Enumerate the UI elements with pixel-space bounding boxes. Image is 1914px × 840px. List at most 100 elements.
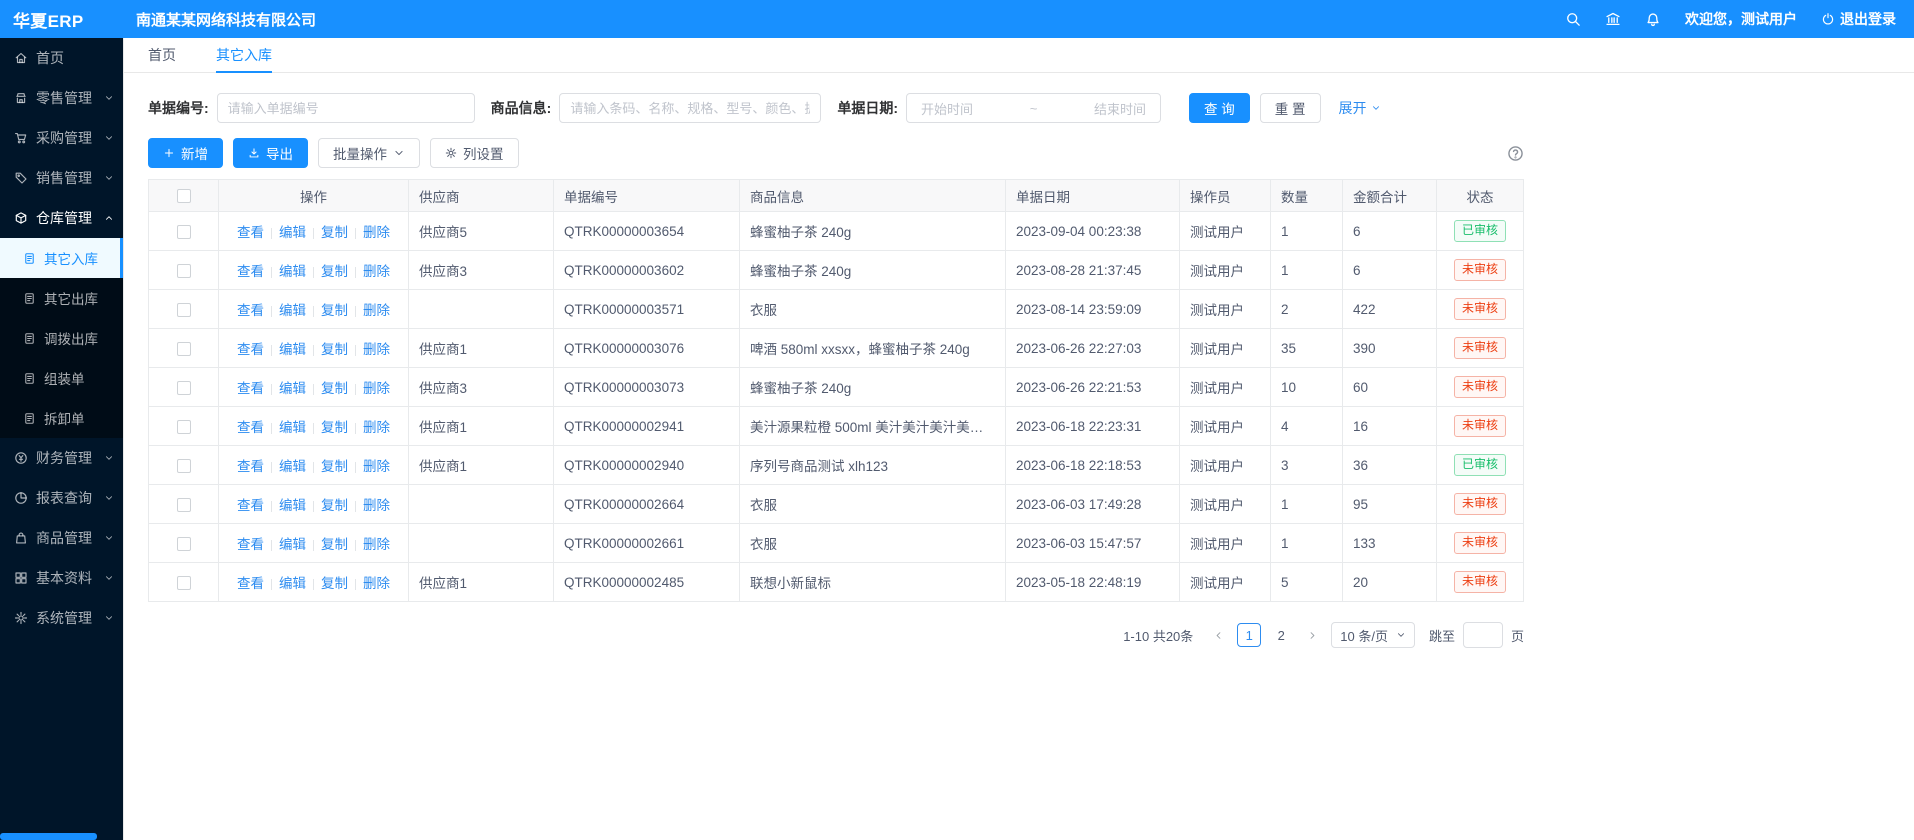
- doc-no-cell: QTRK00000002661: [554, 524, 740, 563]
- date-cell: 2023-06-26 22:27:03: [1006, 329, 1180, 368]
- sidebar-subitem-4-1[interactable]: 其它出库: [0, 278, 123, 318]
- row-view-link[interactable]: 查看: [237, 420, 264, 435]
- row-edit-link[interactable]: 编辑: [279, 498, 306, 513]
- reset-button[interactable]: 重 置: [1260, 93, 1321, 123]
- row-checkbox[interactable]: [177, 225, 191, 239]
- row-delete-link[interactable]: 删除: [363, 342, 390, 357]
- row-checkbox[interactable]: [177, 537, 191, 551]
- row-delete-link[interactable]: 删除: [363, 459, 390, 474]
- sidebar-item-9[interactable]: 系统管理: [0, 598, 123, 638]
- sidebar-item-6[interactable]: 报表查询: [0, 478, 123, 518]
- export-button[interactable]: 导出: [233, 138, 308, 168]
- sidebar-item-4[interactable]: 仓库管理: [0, 198, 123, 238]
- sidebar-item-label: 仓库管理: [36, 208, 92, 228]
- row-view-link[interactable]: 查看: [237, 264, 264, 279]
- supplier-cell: 供应商3: [409, 368, 554, 407]
- row-checkbox[interactable]: [177, 264, 191, 278]
- add-button[interactable]: 新增: [148, 138, 223, 168]
- row-delete-link[interactable]: 删除: [363, 537, 390, 552]
- doc-no-input[interactable]: [217, 93, 475, 123]
- logout-button[interactable]: 退出登录: [1821, 9, 1896, 29]
- row-edit-link[interactable]: 编辑: [279, 420, 306, 435]
- operator-cell: 测试用户: [1180, 212, 1271, 251]
- row-copy-link[interactable]: 复制: [321, 342, 348, 357]
- row-edit-link[interactable]: 编辑: [279, 342, 306, 357]
- row-edit-link[interactable]: 编辑: [279, 459, 306, 474]
- row-copy-link[interactable]: 复制: [321, 537, 348, 552]
- row-edit-link[interactable]: 编辑: [279, 264, 306, 279]
- search-icon[interactable]: [1565, 11, 1581, 27]
- column-settings-button[interactable]: 列设置: [430, 138, 519, 168]
- row-checkbox[interactable]: [177, 498, 191, 512]
- sidebar-item-1[interactable]: 零售管理: [0, 78, 123, 118]
- date-range-picker[interactable]: 开始时间 ~ 结束时间: [906, 93, 1161, 123]
- search-button[interactable]: 查 询: [1189, 93, 1250, 123]
- row-copy-link[interactable]: 复制: [321, 420, 348, 435]
- row-checkbox[interactable]: [177, 576, 191, 590]
- row-checkbox[interactable]: [177, 381, 191, 395]
- row-view-link[interactable]: 查看: [237, 381, 264, 396]
- row-view-link[interactable]: 查看: [237, 576, 264, 591]
- row-edit-link[interactable]: 编辑: [279, 576, 306, 591]
- action-divider: [271, 579, 272, 590]
- row-copy-link[interactable]: 复制: [321, 498, 348, 513]
- page-size-select[interactable]: 10 条/页: [1331, 622, 1415, 648]
- sidebar-subitem-4-0[interactable]: 其它入库: [0, 238, 123, 278]
- sidebar-item-5[interactable]: 财务管理: [0, 438, 123, 478]
- row-view-link[interactable]: 查看: [237, 225, 264, 240]
- row-delete-link[interactable]: 删除: [363, 498, 390, 513]
- row-copy-link[interactable]: 复制: [321, 225, 348, 240]
- row-copy-link[interactable]: 复制: [321, 264, 348, 279]
- sidebar-item-0[interactable]: 首页: [0, 38, 123, 78]
- row-view-link[interactable]: 查看: [237, 342, 264, 357]
- sidebar-subitem-4-3[interactable]: 组装单: [0, 358, 123, 398]
- row-checkbox[interactable]: [177, 342, 191, 356]
- sidebar-scroll-thumb[interactable]: [0, 833, 97, 840]
- row-delete-link[interactable]: 删除: [363, 303, 390, 318]
- row-checkbox[interactable]: [177, 420, 191, 434]
- row-delete-link[interactable]: 删除: [363, 576, 390, 591]
- select-all-checkbox[interactable]: [177, 189, 191, 203]
- row-edit-link[interactable]: 编辑: [279, 381, 306, 396]
- row-view-link[interactable]: 查看: [237, 459, 264, 474]
- row-copy-link[interactable]: 复制: [321, 381, 348, 396]
- page-button-1[interactable]: 1: [1237, 623, 1261, 647]
- row-copy-link[interactable]: 复制: [321, 576, 348, 591]
- sidebar-subitem-4-4[interactable]: 拆卸单: [0, 398, 123, 438]
- row-view-link[interactable]: 查看: [237, 498, 264, 513]
- next-page-button[interactable]: [1301, 624, 1323, 646]
- product-info-input[interactable]: [559, 93, 821, 123]
- table-row: 查看编辑复制删除供应商1QTRK00000002941美汁源果粒橙 500ml …: [149, 407, 1524, 446]
- row-delete-link[interactable]: 删除: [363, 225, 390, 240]
- app-logo[interactable]: 华夏ERP: [0, 7, 123, 32]
- bell-icon[interactable]: [1645, 11, 1661, 27]
- row-delete-link[interactable]: 删除: [363, 264, 390, 279]
- page-button-2[interactable]: 2: [1269, 623, 1293, 647]
- row-edit-link[interactable]: 编辑: [279, 225, 306, 240]
- row-checkbox[interactable]: [177, 303, 191, 317]
- row-edit-link[interactable]: 编辑: [279, 537, 306, 552]
- tab-home[interactable]: 首页: [148, 38, 176, 73]
- sidebar-item-7[interactable]: 商品管理: [0, 518, 123, 558]
- row-delete-link[interactable]: 删除: [363, 420, 390, 435]
- row-checkbox[interactable]: [177, 459, 191, 473]
- sidebar-subitem-4-2[interactable]: 调拨出库: [0, 318, 123, 358]
- prev-page-button[interactable]: [1207, 624, 1229, 646]
- row-edit-link[interactable]: 编辑: [279, 303, 306, 318]
- row-copy-link[interactable]: 复制: [321, 459, 348, 474]
- tab-other-inbound[interactable]: 其它入库: [216, 38, 272, 73]
- bank-icon[interactable]: [1605, 11, 1621, 27]
- sidebar-item-8[interactable]: 基本资料: [0, 558, 123, 598]
- jump-to-input[interactable]: [1463, 622, 1503, 648]
- sidebar-item-3[interactable]: 销售管理: [0, 158, 123, 198]
- supplier-cell: 供应商1: [409, 329, 554, 368]
- row-view-link[interactable]: 查看: [237, 537, 264, 552]
- row-delete-link[interactable]: 删除: [363, 381, 390, 396]
- sidebar-item-2[interactable]: 采购管理: [0, 118, 123, 158]
- expand-link[interactable]: 展开: [1339, 98, 1381, 118]
- batch-operations-button[interactable]: 批量操作: [318, 138, 420, 168]
- row-copy-link[interactable]: 复制: [321, 303, 348, 318]
- question-icon[interactable]: [1507, 145, 1524, 162]
- table-header-row: 操作供应商单据编号商品信息单据日期操作员数量金额合计状态: [149, 180, 1524, 212]
- row-view-link[interactable]: 查看: [237, 303, 264, 318]
